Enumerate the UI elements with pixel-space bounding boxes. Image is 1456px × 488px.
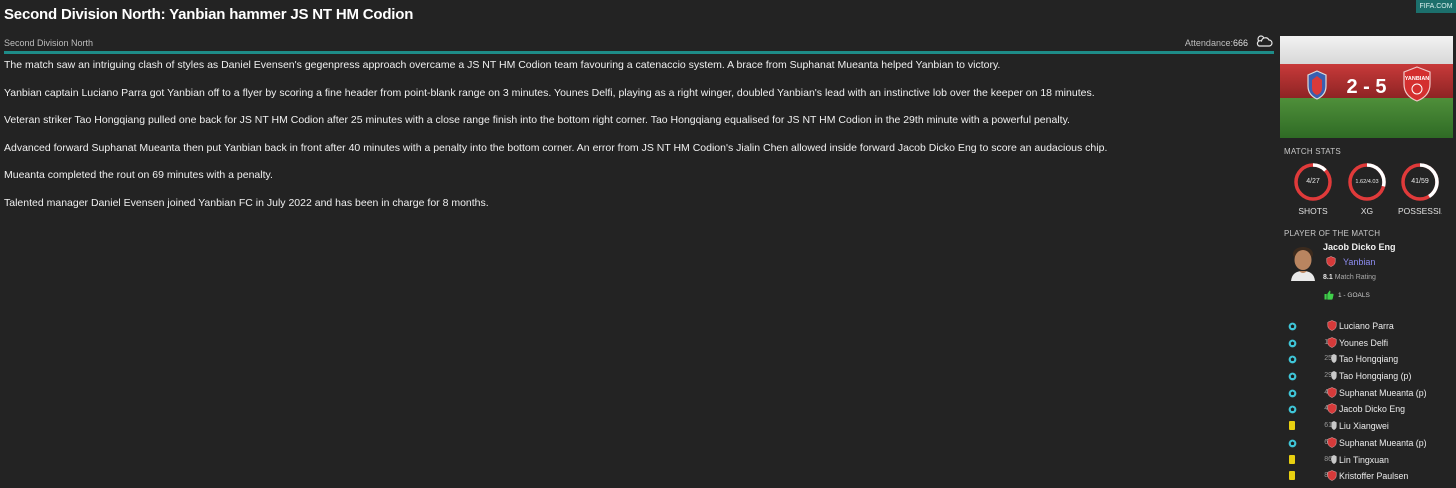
event-player[interactable]: Kristoffer Paulsen <box>1339 471 1408 481</box>
competition-label[interactable]: Second Division North <box>4 38 93 48</box>
event-player[interactable]: Tao Hongqiang <box>1339 354 1398 364</box>
away-team-crest-icon <box>1327 320 1337 331</box>
stat-value: 1.62/4.03 <box>1355 179 1379 185</box>
event-row[interactable]: 44Jacob Dicko Eng <box>1280 401 1456 418</box>
yellow-card-icon <box>1289 471 1295 481</box>
event-player[interactable]: Liu Xiangwei <box>1339 421 1389 431</box>
rating-value: 8.1 <box>1323 274 1333 281</box>
yellow-card-icon <box>1289 454 1295 464</box>
stat-ring: 1.62/4.03 <box>1347 162 1387 202</box>
report-paragraph: Talented manager Daniel Evensen joined Y… <box>4 196 489 209</box>
potm-rating: 8.1 Match Rating <box>1323 274 1376 281</box>
banner-sky <box>1280 36 1453 64</box>
away-team-crest-icon <box>1327 470 1337 481</box>
match-report: The match saw an intriguing clash of sty… <box>4 59 1264 225</box>
potm-name[interactable]: Jacob Dicko Eng <box>1323 242 1396 252</box>
attendance-value: 666 <box>1232 38 1248 48</box>
player-photo-avatar[interactable] <box>1288 245 1318 281</box>
stat-label: XG <box>1360 206 1374 216</box>
event-row[interactable]: 18Younes Delfi <box>1280 335 1456 352</box>
away-team-crest-icon <box>1327 403 1337 415</box>
rating-label: Match Rating <box>1334 274 1376 281</box>
goal-ball-icon <box>1288 372 1297 381</box>
event-player[interactable]: Suphanat Mueanta (p) <box>1339 388 1427 398</box>
stat-shots[interactable]: 4/27 SHOTS <box>1291 162 1335 216</box>
page-title: Second Division North: Yanbian hammer JS… <box>4 6 414 23</box>
potm-goals: 1 - GOALS <box>1338 292 1370 299</box>
event-player[interactable]: Younes Delfi <box>1339 338 1388 348</box>
event-row[interactable]: 40Suphanat Mueanta (p) <box>1280 385 1456 402</box>
partly-cloudy-icon <box>1254 33 1274 49</box>
away-team-crest-icon <box>1327 437 1337 448</box>
banner-pitch <box>1280 98 1453 138</box>
away-team-crest-icon <box>1327 386 1337 398</box>
stat-ring: 4/27 <box>1293 162 1333 202</box>
match-sidebar: 2 - 5 YANBIAN MATCH STATS 4/27 SHOTS 1.6… <box>1280 0 1456 488</box>
match-stats-heading: MATCH STATS <box>1284 147 1341 156</box>
event-player[interactable]: Jacob Dicko Eng <box>1339 404 1405 414</box>
stat-ring: 41/59 <box>1400 162 1440 202</box>
match-events-list: 3Luciano Parra18Younes Delfi25Tao Hongqi… <box>1280 318 1456 485</box>
report-paragraph: Yanbian captain Luciano Parra got Yanbia… <box>4 86 1095 99</box>
event-row[interactable]: 3Luciano Parra <box>1280 318 1456 335</box>
stat-xg[interactable]: 1.62/4.03 XG <box>1345 162 1389 216</box>
away-crest-icon[interactable]: YANBIAN <box>1401 66 1433 102</box>
goal-ball-icon <box>1288 322 1297 331</box>
event-row[interactable]: 61 Liu Xiangwei <box>1280 418 1456 435</box>
report-paragraph: Advanced forward Suphanat Mueanta then p… <box>4 141 1108 154</box>
goal-ball-icon <box>1288 389 1297 398</box>
goal-ball-icon <box>1288 439 1297 448</box>
event-player[interactable]: Tao Hongqiang (p) <box>1339 371 1411 381</box>
stat-value: 4/27 <box>1306 178 1320 185</box>
away-crest-text: YANBIAN <box>1405 76 1430 82</box>
match-subheader: Second Division North Attendance:666 <box>4 35 1274 54</box>
goal-ball-icon <box>1288 406 1297 414</box>
report-paragraph: Veteran striker Tao Hongqiang pulled one… <box>4 114 1070 127</box>
event-player[interactable]: Luciano Parra <box>1339 321 1394 331</box>
report-paragraph: Mueanta completed the rout on 69 minutes… <box>4 169 273 182</box>
home-team-crest-icon <box>1331 421 1337 431</box>
stat-possession[interactable]: 41/59 POSSESSI... <box>1398 162 1442 216</box>
event-row[interactable]: 88Kristoffer Paulsen <box>1280 468 1456 485</box>
home-team-crest-icon <box>1331 354 1337 364</box>
attendance-label: Attendance: <box>1184 38 1233 48</box>
club-crest-icon <box>1326 256 1336 267</box>
event-row[interactable]: 29 Tao Hongqiang (p) <box>1280 368 1456 385</box>
event-player[interactable]: Suphanat Mueanta (p) <box>1339 438 1427 448</box>
potm-heading: PLAYER OF THE MATCH <box>1284 229 1381 238</box>
event-row[interactable]: 25 Tao Hongqiang <box>1280 351 1456 368</box>
event-row[interactable]: 69Suphanat Mueanta (p) <box>1280 435 1456 452</box>
yellow-card-icon <box>1289 421 1295 431</box>
goal-ball-icon <box>1288 356 1297 364</box>
home-team-crest-icon <box>1331 371 1337 381</box>
report-paragraph: The match saw an intriguing clash of sty… <box>4 59 1001 71</box>
scoreboard-banner: 2 - 5 YANBIAN <box>1280 36 1453 138</box>
thumbs-up-icon <box>1324 290 1334 300</box>
potm-club-link[interactable]: Yanbian <box>1343 257 1375 267</box>
home-team-crest-icon <box>1331 454 1337 464</box>
attendance: Attendance:666 <box>1185 38 1248 48</box>
goal-ball-icon <box>1288 339 1297 348</box>
stat-label: SHOTS <box>1298 206 1328 216</box>
away-team-crest-icon <box>1327 336 1337 348</box>
event-player[interactable]: Lin Tingxuan <box>1339 455 1389 465</box>
stat-label: POSSESSI... <box>1398 206 1442 216</box>
event-row[interactable]: 86 Lin Tingxuan <box>1280 452 1456 469</box>
stat-value: 41/59 <box>1411 178 1429 185</box>
